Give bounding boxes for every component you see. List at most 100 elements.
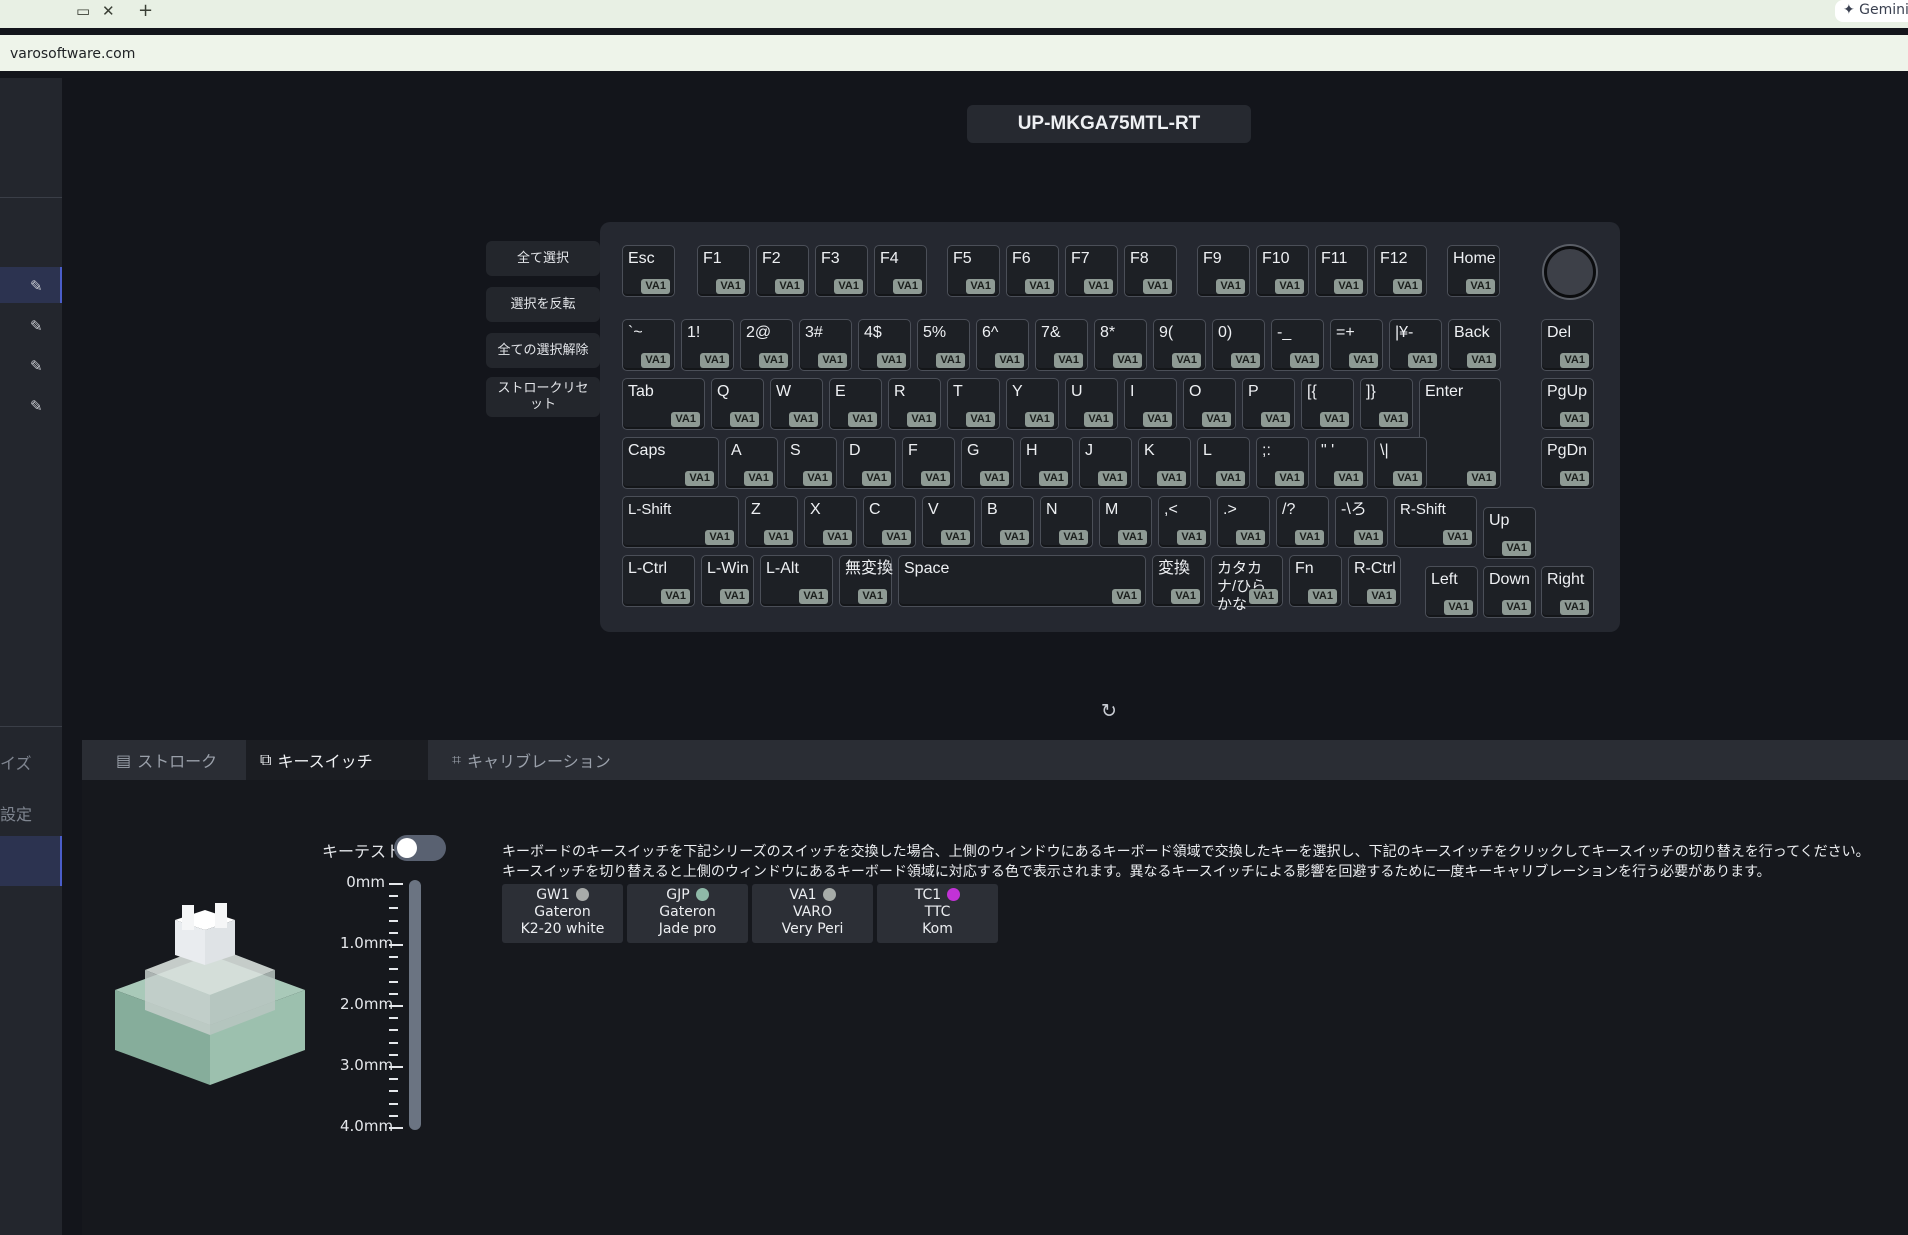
key-43[interactable]: Enter VA1 — [1419, 378, 1501, 489]
key-59[interactable]: L-Shift VA1 — [622, 496, 739, 548]
key-62[interactable]: C VA1 — [863, 496, 916, 548]
key-23[interactable]: 9(VA1 — [1153, 319, 1206, 371]
key-66[interactable]: M VA1 — [1099, 496, 1152, 548]
key-34[interactable]: R VA1 — [888, 378, 941, 430]
key-77[interactable]: Space VA1 — [898, 555, 1146, 607]
edit-icon[interactable]: ✎ — [30, 278, 46, 294]
tab-stroke[interactable]: ▤ ストローク — [102, 740, 231, 780]
key-48[interactable]: D VA1 — [843, 437, 896, 489]
key-3[interactable]: F3 VA1 — [815, 245, 868, 297]
key-6[interactable]: F6 VA1 — [1006, 245, 1059, 297]
key-13[interactable]: Home VA1 — [1447, 245, 1500, 297]
edit-icon[interactable]: ✎ — [30, 398, 46, 414]
key-40[interactable]: P VA1 — [1242, 378, 1295, 430]
new-tab-button[interactable]: + — [138, 0, 153, 21]
sidebar-item-size[interactable]: イズ — [0, 750, 32, 774]
key-9[interactable]: F9 VA1 — [1197, 245, 1250, 297]
key-36[interactable]: Y VA1 — [1006, 378, 1059, 430]
key-10[interactable]: F10 VA1 — [1256, 245, 1309, 297]
address-bar[interactable]: varosoftware.com — [0, 35, 1908, 71]
key-45[interactable]: Caps VA1 — [622, 437, 719, 489]
key-test-toggle[interactable] — [394, 835, 446, 861]
key-76[interactable]: 無変換 VA1 — [839, 555, 893, 607]
key-42[interactable]: ]} VA1 — [1360, 378, 1413, 430]
key-80[interactable]: Fn VA1 — [1289, 555, 1342, 607]
key-7[interactable]: F7 VA1 — [1065, 245, 1118, 297]
key-0[interactable]: Esc VA1 — [622, 245, 675, 297]
key-78[interactable]: 変換 VA1 — [1152, 555, 1205, 607]
key-4[interactable]: F4 VA1 — [874, 245, 927, 297]
url-text[interactable]: varosoftware.com — [10, 46, 135, 62]
key-28[interactable]: Back VA1 — [1448, 319, 1501, 371]
key-5[interactable]: F5 VA1 — [947, 245, 1000, 297]
key-15[interactable]: 1! VA1 — [681, 319, 734, 371]
key-17[interactable]: 3# VA1 — [799, 319, 852, 371]
key-71[interactable]: R-Shift VA1 — [1394, 496, 1477, 548]
key-72[interactable]: Up VA1 — [1483, 507, 1536, 559]
key-30[interactable]: Tab VA1 — [622, 378, 705, 430]
close-tab-icon[interactable]: ✕ — [102, 2, 115, 20]
key-24[interactable]: 0) VA1 — [1212, 319, 1265, 371]
key-19[interactable]: 5% VA1 — [917, 319, 970, 371]
gemini-button[interactable]: ✦ Gemini — [1835, 0, 1908, 22]
key-38[interactable]: I VA1 — [1124, 378, 1177, 430]
key-60[interactable]: Z VA1 — [745, 496, 798, 548]
key-41[interactable]: [{VA1 — [1301, 378, 1354, 430]
key-47[interactable]: S VA1 — [784, 437, 837, 489]
switch-option-tc1[interactable]: TC1 TTC Kom — [877, 884, 998, 943]
tab-calibration[interactable]: ⌗ キャリブレーション — [438, 740, 625, 780]
key-83[interactable]: Down VA1 — [1483, 566, 1536, 618]
key-74[interactable]: L-Win VA1 — [701, 555, 754, 607]
key-25[interactable]: -_ VA1 — [1271, 319, 1324, 371]
switch-option-gjp[interactable]: GJP Gateron Jade pro — [627, 884, 748, 943]
key-20[interactable]: 6^ VA1 — [976, 319, 1029, 371]
stroke-reset-button[interactable]: ストロークリセット — [486, 377, 600, 417]
key-33[interactable]: E VA1 — [829, 378, 882, 430]
key-82[interactable]: Left VA1 — [1425, 566, 1478, 618]
key-73[interactable]: L-Ctrl VA1 — [622, 555, 695, 607]
switch-option-va1[interactable]: VA1 VARO Very Peri — [752, 884, 873, 943]
key-53[interactable]: K VA1 — [1138, 437, 1191, 489]
key-65[interactable]: N VA1 — [1040, 496, 1093, 548]
key-84[interactable]: Right VA1 — [1541, 566, 1594, 618]
key-27[interactable]: |¥- VA1 — [1389, 319, 1442, 371]
key-11[interactable]: F11 VA1 — [1315, 245, 1368, 297]
rotary-knob[interactable] — [1544, 246, 1596, 298]
key-12[interactable]: F12 VA1 — [1374, 245, 1427, 297]
key-61[interactable]: X VA1 — [804, 496, 857, 548]
key-8[interactable]: F8 VA1 — [1124, 245, 1177, 297]
edit-icon[interactable]: ✎ — [30, 318, 46, 334]
key-16[interactable]: 2@ VA1 — [740, 319, 793, 371]
key-35[interactable]: T VA1 — [947, 378, 1000, 430]
key-68[interactable]: .> VA1 — [1217, 496, 1270, 548]
key-79[interactable]: カタカナ/ひらかな VA1 — [1211, 555, 1283, 613]
key-52[interactable]: J VA1 — [1079, 437, 1132, 489]
deselect-all-button[interactable]: 全ての選択解除 — [486, 333, 600, 368]
tab-keyswitch[interactable]: ⧉ キースイッチ — [246, 740, 428, 780]
key-14[interactable]: `~ VA1 — [622, 319, 675, 371]
key-29[interactable]: Del VA1 — [1541, 319, 1594, 371]
key-57[interactable]: \| VA1 — [1374, 437, 1427, 489]
key-32[interactable]: W VA1 — [770, 378, 823, 430]
key-54[interactable]: L VA1 — [1197, 437, 1250, 489]
select-all-button[interactable]: 全て選択 — [486, 241, 600, 276]
key-67[interactable]: ,< VA1 — [1158, 496, 1211, 548]
key-44[interactable]: PgUp VA1 — [1541, 378, 1594, 430]
sidebar-item-settings[interactable]: 設定 — [0, 801, 32, 825]
key-2[interactable]: F2 VA1 — [756, 245, 809, 297]
edit-icon[interactable]: ✎ — [30, 358, 46, 374]
key-51[interactable]: H VA1 — [1020, 437, 1073, 489]
key-63[interactable]: V VA1 — [922, 496, 975, 548]
key-64[interactable]: B VA1 — [981, 496, 1034, 548]
key-56[interactable]: " ' VA1 — [1315, 437, 1368, 489]
key-70[interactable]: -\ろ VA1 — [1335, 496, 1388, 548]
travel-slider[interactable] — [409, 880, 421, 1130]
key-26[interactable]: =+ VA1 — [1330, 319, 1383, 371]
key-46[interactable]: A VA1 — [725, 437, 778, 489]
key-31[interactable]: Q VA1 — [711, 378, 764, 430]
key-21[interactable]: 7& VA1 — [1035, 319, 1088, 371]
invert-selection-button[interactable]: 選択を反転 — [486, 287, 600, 322]
key-50[interactable]: G VA1 — [961, 437, 1014, 489]
key-69[interactable]: /? VA1 — [1276, 496, 1329, 548]
switch-option-gw1[interactable]: GW1 Gateron K2-20 white — [502, 884, 623, 943]
